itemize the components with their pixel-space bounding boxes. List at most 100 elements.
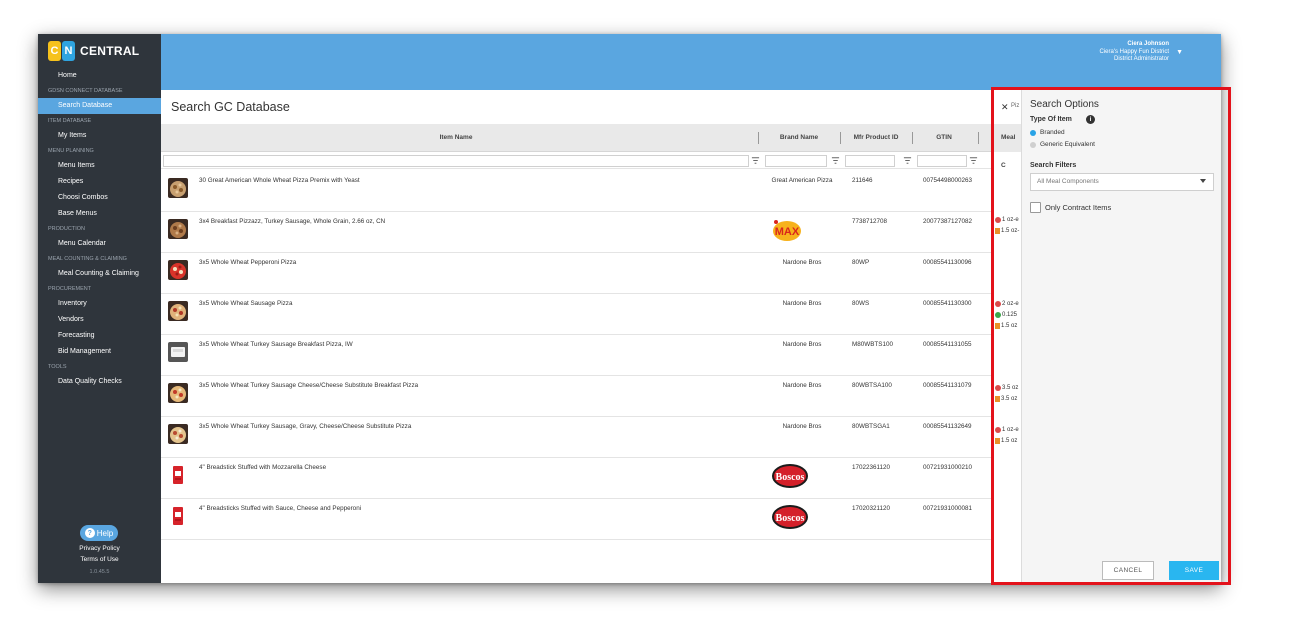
sidebar-nav: Home GDSN CONNECT DATABASE Search Databa… <box>38 68 161 390</box>
gtin-cell: 20077387127082 <box>923 218 973 225</box>
cancel-button[interactable]: CANCEL <box>1102 561 1154 580</box>
only-contract-items-option[interactable]: Only Contract Items <box>1030 202 1111 213</box>
mfr-product-id-cell: 211646 <box>852 177 873 184</box>
column-divider[interactable] <box>758 132 759 144</box>
radio-generic-label: Generic Equivalent <box>1040 141 1095 148</box>
sidebar-item-recipes[interactable]: Recipes <box>38 174 161 190</box>
sidebar: C N CENTRAL Home GDSN CONNECT DATABASE S… <box>38 34 161 583</box>
filter-icon[interactable] <box>903 156 912 165</box>
sidebar-item-home[interactable]: Home <box>38 68 161 84</box>
table-row[interactable]: 30 Great American Whole Wheat Pizza Prem… <box>161 171 993 212</box>
brand-logo: Boscos <box>771 503 809 531</box>
table-row[interactable]: 4" Breadstick Stuffed with Mozzarella Ch… <box>161 458 993 499</box>
table-row[interactable]: 3x5 Whole Wheat Turkey Sausage Cheese/Ch… <box>161 376 993 417</box>
brand-filter-input[interactable] <box>765 155 827 167</box>
only-contract-items-checkbox[interactable] <box>1030 202 1041 213</box>
svg-text:Boscos: Boscos <box>776 513 805 524</box>
sidebar-item-data-quality-checks[interactable]: Data Quality Checks <box>38 374 161 390</box>
column-header-brand-name[interactable]: Brand Name <box>761 124 837 152</box>
product-thumbnail <box>168 219 188 239</box>
sidebar-item-inventory[interactable]: Inventory <box>38 296 161 312</box>
search-query-chip[interactable]: ✕ Piz <box>993 90 1021 124</box>
help-label: Help <box>96 528 114 538</box>
save-button[interactable]: SAVE <box>1169 561 1219 580</box>
table-row[interactable]: 4" Breadsticks Stuffed with Sauce, Chees… <box>161 499 993 540</box>
radio-generic-equivalent[interactable]: Generic Equivalent <box>1030 141 1095 148</box>
user-menu-caret-icon[interactable]: ▼ <box>1176 49 1183 56</box>
gtin-cell: 00085541130096 <box>923 259 972 266</box>
filter-icon[interactable] <box>751 156 760 165</box>
app-logo[interactable]: C N CENTRAL <box>48 40 139 62</box>
radio-branded[interactable]: Branded <box>1030 129 1065 136</box>
sidebar-item-meal-counting[interactable]: Meal Counting & Claiming <box>38 266 161 282</box>
gtin-cell: 00721931000210 <box>923 464 973 471</box>
brand-logo: Boscos <box>771 462 809 490</box>
logo-text: CENTRAL <box>80 44 140 58</box>
search-options-panel: Search Options Type Of Item i Branded Ge… <box>1021 90 1221 583</box>
product-thumbnail <box>168 260 188 280</box>
brand-name-cell: Nardone Bros <box>782 341 822 348</box>
item-name-filter-input[interactable] <box>163 155 749 167</box>
mfr-product-id-cell: 17022361120 <box>852 464 891 471</box>
item-name-cell: 4" Breadstick Stuffed with Mozzarella Ch… <box>199 464 327 471</box>
mfr-filter-input[interactable] <box>845 155 895 167</box>
search-filters-label: Search Filters <box>1030 162 1077 169</box>
app-window: C N CENTRAL Home GDSN CONNECT DATABASE S… <box>38 34 1221 583</box>
user-menu[interactable]: Ciera Johnson Ciera's Happy Fun District… <box>1100 41 1170 64</box>
user-role: District Administrator <box>1113 56 1169 62</box>
nav-section-production: PRODUCTION <box>48 226 85 232</box>
nav-section-gdsn: GDSN CONNECT DATABASE <box>48 88 123 94</box>
item-name-cell: 3x5 Whole Wheat Pepperoni Pizza <box>199 259 297 266</box>
sidebar-item-choosi-combos[interactable]: Choosi Combos <box>38 190 161 206</box>
logo-n-mark: N <box>62 41 75 61</box>
radio-selected-icon <box>1030 129 1036 136</box>
gtin-filter-input[interactable] <box>917 155 967 167</box>
nav-section-menu-planning: MENU PLANNING <box>48 148 94 154</box>
column-header-item-name[interactable]: Item Name <box>161 124 751 152</box>
product-thumbnail <box>168 506 188 526</box>
radio-branded-label: Branded <box>1040 129 1065 136</box>
gtin-cell: 00721931000081 <box>923 505 973 512</box>
clear-search-icon[interactable]: ✕ <box>1001 102 1009 113</box>
nav-section-tools: TOOLS <box>48 364 67 370</box>
item-name-cell: 4" Breadsticks Stuffed with Sauce, Chees… <box>199 505 362 512</box>
panel-title: Search Options <box>1030 99 1099 110</box>
info-icon[interactable]: i <box>1086 115 1095 124</box>
sidebar-item-base-menus[interactable]: Base Menus <box>38 206 161 222</box>
column-divider[interactable] <box>978 132 979 144</box>
table-row[interactable]: 3x5 Whole Wheat Pepperoni Pizza Nardone B… <box>161 253 993 294</box>
table-row[interactable]: 3x5 Whole Wheat Turkey Sausage Breakfast… <box>161 335 993 376</box>
meal-components-select[interactable]: All Meal Components <box>1030 173 1214 191</box>
mfr-product-id-cell: 7738712708 <box>852 218 888 225</box>
sidebar-item-menu-items[interactable]: Menu Items <box>38 158 161 174</box>
table-row[interactable]: 3x4 Breakfast Pizzazz, Turkey Sausage, W… <box>161 212 993 253</box>
table-row[interactable]: 3x5 Whole Wheat Sausage Pizza Nardone Bro… <box>161 294 993 335</box>
filter-icon[interactable] <box>831 156 840 165</box>
column-header-gtin[interactable]: GTIN <box>915 124 973 152</box>
product-thumbnail <box>168 383 188 403</box>
product-thumbnail <box>168 465 188 485</box>
sidebar-item-menu-calendar[interactable]: Menu Calendar <box>38 236 161 252</box>
search-options-drawer: ✕ Piz Search Options Type Of Item i Bran… <box>993 90 1221 583</box>
item-name-cell: 3x5 Whole Wheat Turkey Sausage Cheese/Ch… <box>199 382 419 389</box>
terms-of-use-link[interactable]: Terms of Use <box>38 556 161 563</box>
filter-row <box>161 153 993 169</box>
filter-icon[interactable] <box>969 156 978 165</box>
privacy-policy-link[interactable]: Privacy Policy <box>38 545 161 552</box>
sidebar-item-my-items[interactable]: My Items <box>38 128 161 144</box>
item-name-cell: 30 Great American Whole Wheat Pizza Prem… <box>199 177 360 184</box>
sidebar-item-forecasting[interactable]: Forecasting <box>38 328 161 344</box>
brand-name-cell: Great American Pizza <box>771 177 833 184</box>
sidebar-item-search-database[interactable]: Search Database <box>38 98 161 114</box>
item-name-cell: 3x5 Whole Wheat Turkey Sausage, Gravy, C… <box>199 423 412 430</box>
column-divider[interactable] <box>840 132 841 144</box>
chevron-down-icon <box>1200 179 1206 183</box>
column-header-mfr-product-id[interactable]: Mfr Product ID <box>843 124 909 152</box>
item-name-cell: 3x5 Whole Wheat Turkey Sausage Breakfast… <box>199 341 353 348</box>
sidebar-item-bid-management[interactable]: Bid Management <box>38 344 161 360</box>
column-divider[interactable] <box>912 132 913 144</box>
brand-name-cell: Nardone Bros <box>782 382 822 389</box>
sidebar-item-vendors[interactable]: Vendors <box>38 312 161 328</box>
table-row[interactable]: 3x5 Whole Wheat Turkey Sausage, Gravy, C… <box>161 417 993 458</box>
help-button[interactable]: ? Help <box>80 525 118 541</box>
